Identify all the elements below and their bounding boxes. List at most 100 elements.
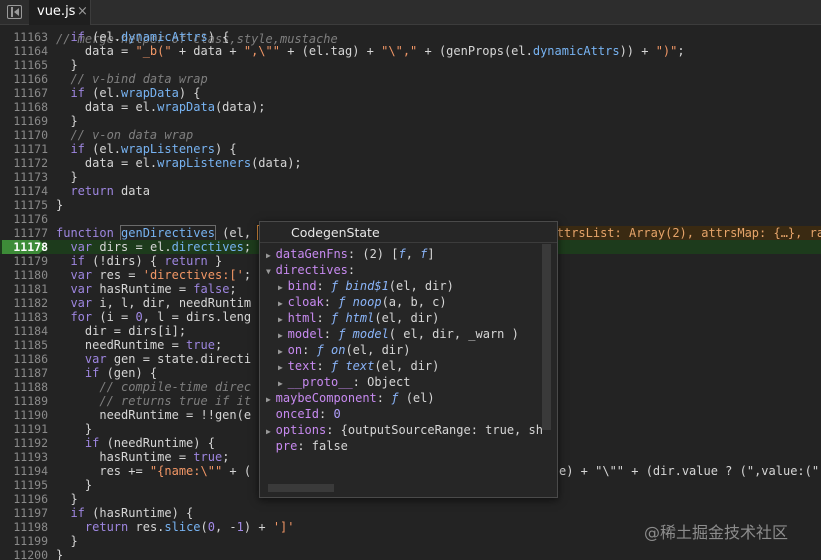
code-line[interactable]: 11174 return data [0,184,821,198]
line-number[interactable]: 11195 [0,478,48,492]
line-number[interactable]: 11177 [0,226,48,240]
property-row[interactable]: pre: false [266,438,348,454]
line-number[interactable]: 11170 [0,128,48,142]
property-key: html [287,311,317,325]
line-number[interactable]: 11191 [0,422,48,436]
property-row[interactable]: onceId: 0 [266,406,341,422]
line-number[interactable]: 11199 [0,534,48,548]
line-number[interactable]: 11198 [0,520,48,534]
code-line[interactable]: 11165 } [0,58,821,72]
line-number[interactable]: 11169 [0,114,48,128]
property-row[interactable]: ▶ text: ƒ text(el, dir) [278,358,439,374]
tab-bar: vue.js × [0,0,821,25]
line-number[interactable]: 11178 [0,240,48,254]
expand-arrow-icon[interactable]: ▶ [266,395,276,404]
line-number[interactable]: 11200 [0,548,48,560]
property-key: text [287,359,317,373]
expand-arrow-icon[interactable]: ▶ [278,331,288,340]
code-text: return data [70,184,150,198]
line-number[interactable]: 11186 [0,352,48,366]
line-number[interactable]: 11184 [0,324,48,338]
line-number[interactable]: 11189 [0,394,48,408]
code-line[interactable]: 11173 } [0,170,821,184]
property-row[interactable]: ▶ model: ƒ model( el, dir, _warn ) [278,326,519,342]
line-number[interactable]: 11192 [0,436,48,450]
popover-horizontal-scrollbar[interactable] [268,484,334,492]
variable-popover[interactable]: CodegenState ▶ dataGenFns: (2) [f, f] ▼ d… [259,221,558,498]
code-text: } [56,478,93,492]
line-number[interactable]: 11187 [0,366,48,380]
line-number[interactable]: 11197 [0,506,48,520]
expand-arrow-icon[interactable]: ▶ [278,315,288,324]
line-number[interactable]: 11176 [0,212,48,226]
code-text: for (i = 0, l = dirs.leng [70,310,252,324]
code-line[interactable]: 11171 if (el.wrapListeners) { [0,142,821,156]
line-number[interactable]: 11172 [0,156,48,170]
line-number[interactable]: 11188 [0,380,48,394]
code-line[interactable]: 11167 if (el.wrapData) { [0,86,821,100]
code-line[interactable]: 11197 if (hasRuntime) { [0,506,821,520]
line-number[interactable]: 11174 [0,184,48,198]
line-number[interactable]: 11193 [0,450,48,464]
line-number[interactable]: 11183 [0,310,48,324]
property-row[interactable]: ▶ __proto__: Object [278,374,410,390]
expand-arrow-icon[interactable]: ▶ [278,379,288,388]
property-key: dataGenFns [275,247,348,261]
collapse-arrow-icon[interactable]: ▼ [266,267,276,276]
code-line[interactable]: 11163 if (el.dynamicAttrs) { [0,30,821,44]
code-line[interactable]: 11175} [0,198,821,212]
property-value: : ƒ noop(a, b, c) [323,295,447,309]
expand-arrow-icon[interactable]: ▶ [278,363,288,372]
property-key: bind [287,279,317,293]
line-number[interactable]: 11168 [0,100,48,114]
line-number[interactable]: 11171 [0,142,48,156]
line-number[interactable]: 11173 [0,170,48,184]
line-number[interactable]: 11164 [0,44,48,58]
property-value: : {outputSourceRange: true, sh [326,423,543,437]
expand-arrow-icon[interactable] [266,411,276,420]
property-row[interactable]: ▶ cloak: ƒ noop(a, b, c) [278,294,447,310]
expand-arrow-icon[interactable]: ▶ [278,283,288,292]
line-number[interactable]: 11166 [0,72,48,86]
code-text: var res = 'directives:['; [70,268,252,282]
property-row[interactable]: ▶ html: ƒ html(el, dir) [278,310,439,326]
property-row[interactable]: ▶ options: {outputSourceRange: true, sh [266,422,543,438]
property-row[interactable]: ▶ bind: ƒ bind$1(el, dir) [278,278,454,294]
code-line[interactable]: 11164 data = "_b(" + data + ",\"" + (el.… [0,44,821,58]
line-number[interactable]: 11175 [0,198,48,212]
code-line[interactable]: 11200} [0,548,821,560]
expand-arrow-icon[interactable]: ▶ [278,347,288,356]
code-text: } [56,492,78,506]
line-number[interactable]: 11185 [0,338,48,352]
code-line[interactable]: 11170 // v-on data wrap [0,128,821,142]
tab-vue-js[interactable]: vue.js × [29,0,91,25]
code-line[interactable]: 11169 } [0,114,821,128]
property-row[interactable]: ▶ maybeComponent: ƒ (el) [266,390,435,406]
property-value: : ƒ on(el, dir) [302,343,411,357]
line-number[interactable]: 11194 [0,464,48,478]
property-value: : ƒ (el) [376,391,435,405]
expand-arrow-icon[interactable] [266,443,276,452]
line-number[interactable]: 11181 [0,282,48,296]
code-line[interactable]: 11172 data = el.wrapListeners(data); [0,156,821,170]
code-line[interactable]: 11168 data = el.wrapData(data); [0,100,821,114]
line-number[interactable]: 11179 [0,254,48,268]
expand-arrow-icon[interactable]: ▶ [278,299,288,308]
property-row[interactable]: ▼ directives: [266,262,355,278]
line-number[interactable]: 11180 [0,268,48,282]
line-number[interactable]: 11182 [0,296,48,310]
code-line[interactable]: 11166 // v-bind data wrap [0,72,821,86]
expand-arrow-icon[interactable]: ▶ [266,427,276,436]
property-row[interactable]: ▶ on: ƒ on(el, dir) [278,342,410,358]
property-row[interactable]: ▶ dataGenFns: (2) [f, f] [266,246,435,262]
line-number[interactable]: 11190 [0,408,48,422]
toggle-sidebar-icon[interactable] [7,5,22,19]
line-number[interactable]: 11167 [0,86,48,100]
property-value: : [347,263,356,277]
tab-close-icon[interactable]: × [77,4,88,19]
line-number[interactable]: 11196 [0,492,48,506]
expand-arrow-icon[interactable]: ▶ [266,251,276,260]
line-number[interactable]: 11165 [0,58,48,72]
popover-scrollbar[interactable] [542,244,551,430]
line-number[interactable]: 11163 [0,30,48,44]
